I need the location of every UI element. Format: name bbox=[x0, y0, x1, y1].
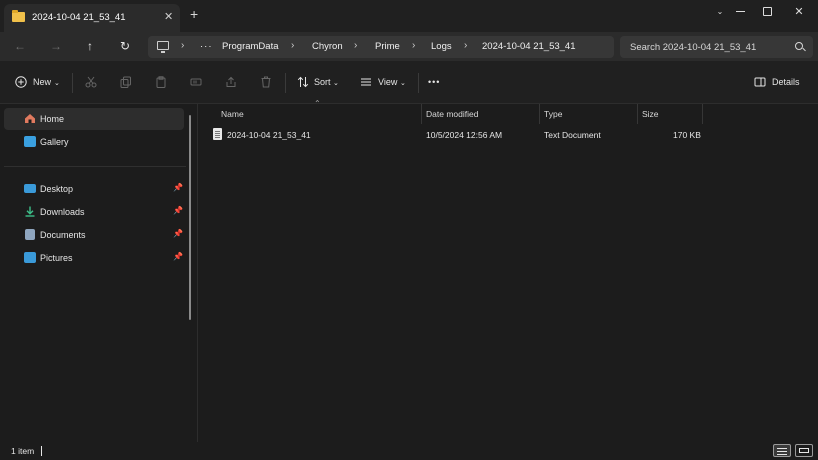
sidebar-scrollbar[interactable] bbox=[189, 115, 191, 320]
column-separator[interactable] bbox=[637, 104, 638, 124]
close-window-button[interactable]: ✕ bbox=[784, 0, 814, 22]
chevron-right-icon[interactable]: › bbox=[354, 40, 357, 51]
sidebar-item-downloads[interactable]: Downloads 📌 bbox=[4, 201, 184, 223]
breadcrumb-chyron[interactable]: Chyron bbox=[312, 41, 343, 52]
chevron-right-icon[interactable]: › bbox=[291, 40, 294, 51]
breadcrumb-programdata[interactable]: ProgramData bbox=[222, 41, 279, 52]
maximize-icon bbox=[762, 6, 772, 16]
new-plus-icon bbox=[15, 76, 27, 88]
forward-button[interactable]: → bbox=[49, 39, 63, 53]
separator bbox=[285, 73, 286, 93]
home-icon bbox=[24, 113, 36, 124]
chevron-down-icon: ⌄ bbox=[333, 80, 339, 87]
sidebar-item-pictures[interactable]: Pictures 📌 bbox=[4, 247, 184, 269]
new-button[interactable]: New bbox=[33, 77, 51, 87]
back-button[interactable]: ← bbox=[13, 39, 27, 53]
separator bbox=[72, 73, 73, 93]
status-bar: 1 item bbox=[0, 442, 818, 460]
item-count: 1 item bbox=[11, 446, 35, 456]
column-header-date-modified[interactable]: Date modified bbox=[426, 109, 478, 119]
sort-ascending-icon: ⌃ bbox=[314, 99, 321, 108]
sort-icon bbox=[297, 76, 309, 88]
column-separator[interactable] bbox=[421, 104, 422, 124]
pin-icon[interactable]: 📌 bbox=[173, 206, 183, 215]
file-type: Text Document bbox=[544, 130, 601, 140]
chevron-right-icon[interactable]: › bbox=[412, 40, 415, 51]
pin-icon[interactable]: 📌 bbox=[173, 229, 183, 238]
details-button[interactable]: Details bbox=[772, 77, 800, 87]
sidebar-item-desktop[interactable]: Desktop 📌 bbox=[4, 178, 184, 200]
column-separator[interactable] bbox=[702, 104, 703, 124]
minimize-button[interactable] bbox=[725, 0, 755, 22]
this-pc-icon[interactable] bbox=[157, 41, 169, 53]
rename-icon[interactable] bbox=[190, 76, 202, 88]
sidebar-item-label: Downloads bbox=[40, 207, 85, 217]
file-name: 2024-10-04 21_53_41 bbox=[227, 130, 311, 140]
sidebar-divider bbox=[4, 166, 186, 167]
gallery-icon bbox=[24, 136, 36, 147]
column-header-size[interactable]: Size bbox=[642, 109, 659, 119]
file-row[interactable]: 2024-10-04 21_53_41 10/5/2024 12:56 AM T… bbox=[207, 126, 703, 144]
sidebar-item-label: Home bbox=[40, 114, 65, 124]
chevron-down-icon: ⌄ bbox=[400, 80, 406, 87]
details-pane-icon bbox=[754, 77, 766, 87]
documents-icon bbox=[25, 229, 35, 240]
chevron-right-icon[interactable]: › bbox=[464, 40, 467, 51]
sidebar-item-label: Pictures bbox=[40, 253, 73, 263]
column-separator[interactable] bbox=[539, 104, 540, 124]
search-icon bbox=[795, 42, 803, 50]
chevron-right-icon[interactable]: › bbox=[181, 40, 184, 51]
breadcrumb-prime[interactable]: Prime bbox=[375, 41, 400, 52]
large-icons-view-button[interactable] bbox=[795, 444, 813, 457]
sidebar-item-home[interactable]: Home bbox=[4, 108, 184, 130]
paste-icon[interactable] bbox=[155, 76, 167, 88]
column-header-type[interactable]: Type bbox=[544, 109, 562, 119]
file-size: 170 KB bbox=[673, 130, 701, 140]
share-icon[interactable] bbox=[225, 76, 237, 88]
downloads-icon bbox=[24, 206, 36, 217]
sort-button[interactable]: Sort bbox=[314, 77, 331, 87]
up-button[interactable]: ↑ bbox=[83, 39, 97, 53]
tab-title: 2024-10-04 21_53_41 bbox=[32, 12, 126, 23]
tab-active[interactable]: 2024-10-04 21_53_41 ✕ bbox=[4, 4, 180, 32]
separator bbox=[418, 73, 419, 93]
sidebar-item-label: Documents bbox=[40, 230, 86, 240]
pin-icon[interactable]: 📌 bbox=[173, 252, 183, 261]
search-box[interactable]: Search 2024-10-04 21_53_41 bbox=[620, 36, 813, 58]
search-placeholder: Search 2024-10-04 21_53_41 bbox=[630, 42, 757, 53]
sidebar-item-gallery[interactable]: Gallery bbox=[4, 131, 184, 153]
minimize-icon bbox=[735, 10, 745, 12]
chevron-down-icon: ⌄ bbox=[54, 80, 60, 87]
sidebar-item-documents[interactable]: Documents 📌 bbox=[4, 224, 184, 246]
refresh-button[interactable]: ↻ bbox=[118, 39, 132, 53]
copy-icon[interactable] bbox=[120, 76, 132, 88]
pin-icon[interactable]: 📌 bbox=[173, 183, 183, 192]
folder-icon bbox=[12, 10, 25, 22]
breadcrumb-current[interactable]: 2024-10-04 21_53_41 bbox=[482, 41, 576, 52]
tab-close-button[interactable]: ✕ bbox=[164, 10, 173, 23]
view-button[interactable]: View bbox=[378, 77, 397, 87]
sidebar-item-label: Desktop bbox=[40, 184, 74, 194]
title-bar: 2024-10-04 21_53_41 ✕ + ⌄ ✕ bbox=[0, 0, 818, 32]
file-date-modified: 10/5/2024 12:56 AM bbox=[426, 130, 503, 140]
view-icon bbox=[361, 78, 371, 86]
new-tab-button[interactable]: + bbox=[190, 7, 198, 21]
cut-icon[interactable] bbox=[85, 76, 97, 88]
desktop-icon bbox=[24, 184, 36, 193]
details-view-button[interactable] bbox=[773, 444, 791, 457]
maximize-button[interactable] bbox=[752, 0, 782, 22]
breadcrumb-logs[interactable]: Logs bbox=[431, 41, 452, 52]
breadcrumb-overflow[interactable]: ··· bbox=[200, 41, 213, 52]
pictures-icon bbox=[24, 252, 36, 263]
status-divider bbox=[41, 446, 42, 456]
delete-icon[interactable] bbox=[260, 76, 272, 88]
more-options-button[interactable]: ••• bbox=[428, 77, 440, 87]
text-document-icon bbox=[213, 128, 222, 140]
navigation-pane: Home Gallery Desktop 📌 Downloads 📌 Docum… bbox=[0, 104, 198, 442]
sidebar-item-label: Gallery bbox=[40, 137, 69, 147]
column-header-name[interactable]: Name bbox=[221, 109, 244, 119]
